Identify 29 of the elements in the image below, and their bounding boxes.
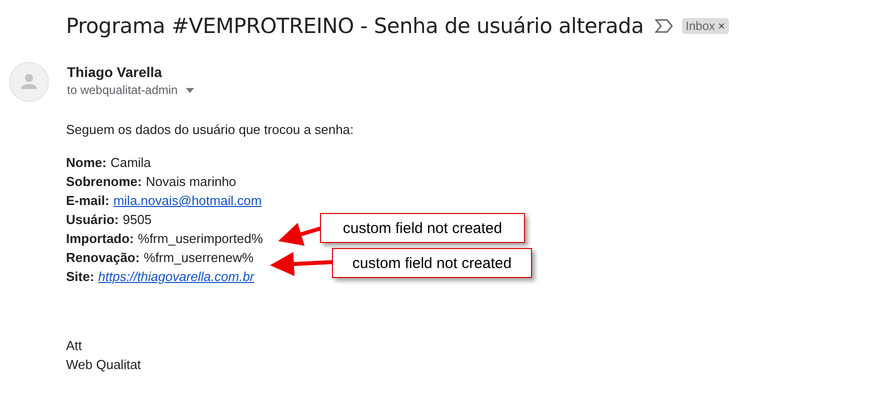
field-value: Camila — [110, 154, 151, 172]
field-label: Importado: — [66, 230, 134, 248]
field-value: 9505 — [122, 211, 152, 229]
arrow — [278, 222, 323, 246]
sender-name: Thiago Varella — [67, 64, 163, 80]
annotation-callout: custom field not created — [320, 213, 525, 243]
field-label: Usuário: — [66, 211, 119, 229]
recipient-text: to webqualitat-admin — [67, 83, 178, 97]
field-label: Renovação: — [66, 249, 140, 267]
importance-icon[interactable] — [654, 19, 674, 33]
field-label: Sobrenome: — [66, 173, 142, 191]
site-link[interactable]: https://thiagovarella.com.br — [98, 267, 254, 286]
field-label: E-mail: — [66, 192, 110, 210]
intro-text: Seguem os dados do usuário que trocou a senha: — [66, 122, 355, 137]
field-value: %frm_userimported% — [138, 230, 263, 248]
email-link[interactable]: mila.novais@hotmail.com — [113, 191, 262, 210]
field-label: Nome: — [66, 154, 106, 172]
label-text: Inbox — [686, 19, 716, 33]
field-value: %frm_userrenew% — [144, 249, 254, 267]
avatar-icon — [9, 62, 49, 102]
email-subject: Programa #VEMPROTREINO - Senha de usuário alterada — [66, 14, 644, 38]
arrow — [270, 252, 334, 276]
signature-line: Att — [66, 337, 83, 355]
field-value: Novais marinho — [146, 173, 236, 191]
remove-label-button[interactable]: × — [718, 19, 726, 33]
annotation-callout: custom field not created — [332, 248, 532, 278]
signature-line: Web Qualitat — [66, 356, 142, 374]
dropdown-icon[interactable] — [186, 88, 194, 92]
field-label: Site: — [66, 268, 94, 286]
